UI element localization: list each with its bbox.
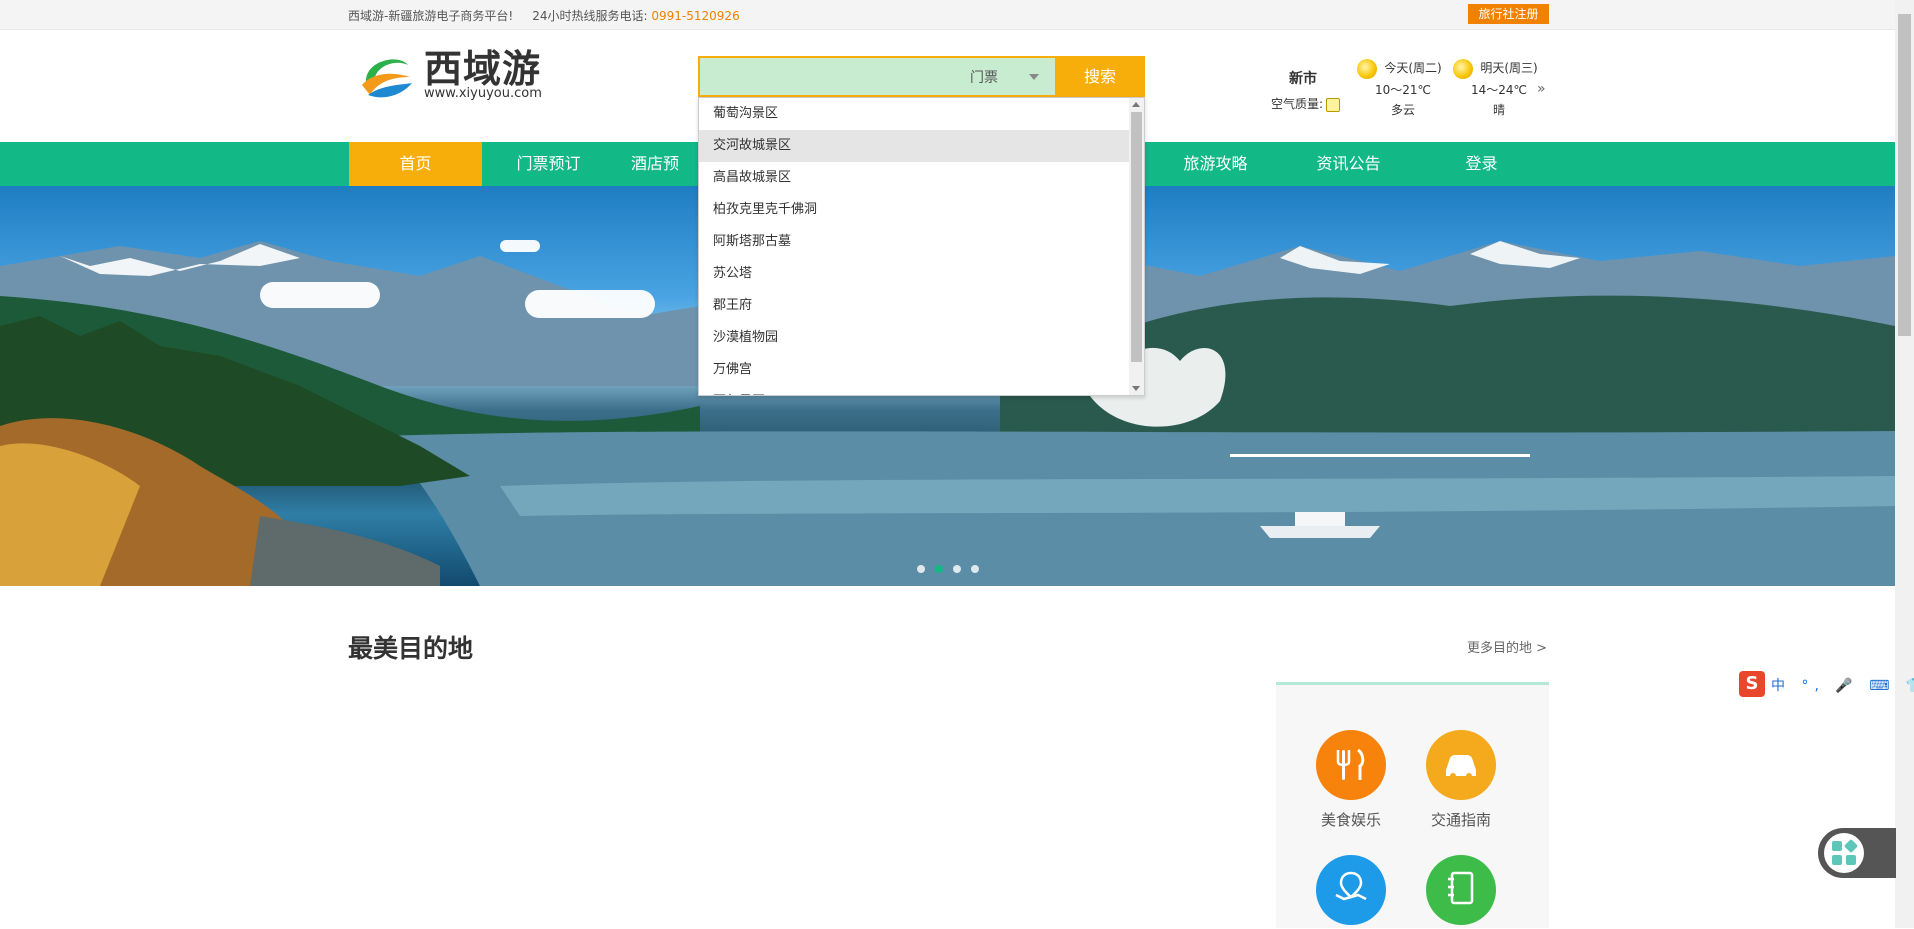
weather-more-icon[interactable]: »	[1537, 81, 1546, 97]
air-quality: 空气质量:	[1271, 95, 1341, 112]
car-icon	[1446, 755, 1476, 779]
nav-news[interactable]: 资讯公告	[1282, 142, 1415, 186]
hotline-number: 0991-5120926	[651, 9, 740, 23]
search-button[interactable]: 搜索	[1055, 56, 1145, 97]
suggestion-item[interactable]: 葡萄沟景区	[699, 98, 1129, 130]
hotline-label: 24小时热线服务电话:	[532, 9, 648, 23]
site-slogan: 西域游-新疆旅游电子商务平台!	[348, 9, 514, 23]
weather-tomorrow: 明天(周三) 14～24℃ 晴	[1453, 59, 1545, 118]
nav-travel-guide[interactable]: 旅游攻略	[1149, 142, 1282, 186]
top-bar: 西域游-新疆旅游电子商务平台! 24小时热线服务电话: 0991-5120926…	[0, 0, 1895, 30]
floating-app-button[interactable]	[1818, 828, 1896, 878]
logo-swirl-icon	[362, 59, 412, 98]
nav-home[interactable]: 首页	[349, 142, 482, 186]
service-panel: 美食娱乐 交通指南	[1276, 682, 1549, 928]
suggestion-item[interactable]: 亚尔景区	[699, 386, 1129, 395]
suggestion-item[interactable]: 苏公塔	[699, 258, 1129, 290]
page-scroll-thumb[interactable]	[1898, 14, 1911, 336]
logo-name: 西域游	[424, 46, 542, 91]
weather-tomorrow-temp: 14～24℃	[1470, 83, 1528, 97]
suggestion-item[interactable]: 万佛宫	[699, 354, 1129, 386]
suggestion-item[interactable]: 阿斯塔那古墓	[699, 226, 1129, 258]
suggestion-item-hover[interactable]: 交河故城景区	[699, 130, 1129, 162]
weather-today: 今天(周二) 10～21℃ 多云	[1357, 59, 1449, 118]
scroll-up-icon[interactable]	[1132, 102, 1140, 107]
air-quality-icon	[1326, 97, 1341, 112]
map-pin-icon	[1335, 871, 1367, 901]
suggestion-item[interactable]: 高昌故城景区	[699, 162, 1129, 194]
food-entertainment-button[interactable]	[1316, 730, 1386, 800]
search-suggestion-dropdown: 葡萄沟景区 交河故城景区 高昌故城景区 柏孜克里克千佛洞 阿斯塔那古墓 苏公塔 …	[698, 97, 1145, 396]
chevron-down-icon[interactable]	[1029, 74, 1039, 80]
fork-knife-icon	[1336, 748, 1365, 780]
nav-login[interactable]: 登录	[1415, 142, 1548, 186]
air-quality-label: 空气质量:	[1271, 97, 1324, 111]
section-title: 最美目的地	[348, 634, 474, 663]
banner-dot[interactable]	[917, 565, 925, 573]
agency-register-button[interactable]: 旅行社注册	[1468, 4, 1549, 24]
suggestion-item[interactable]: 柏孜克里克千佛洞	[699, 194, 1129, 226]
guide-book-button[interactable]	[1426, 855, 1496, 925]
site-logo[interactable]: 西域游 www.xiyuyou.com	[358, 47, 548, 107]
traffic-guide-button[interactable]	[1426, 730, 1496, 800]
apps-icon	[1824, 833, 1864, 873]
banner-dot[interactable]	[953, 565, 961, 573]
weather-tomorrow-cond: 晴	[1492, 103, 1505, 117]
banner-dot-active[interactable]	[935, 565, 943, 573]
dropdown-scroll-thumb[interactable]	[1131, 112, 1142, 362]
search-type-select[interactable]: 门票	[970, 67, 998, 87]
banner-cloud	[260, 282, 380, 308]
logo-url: www.xiyuyou.com	[424, 86, 542, 101]
more-destinations-link[interactable]: 更多目的地 >	[1467, 637, 1547, 656]
weather-city: 新市	[1289, 71, 1317, 87]
food-entertainment-label: 美食娱乐	[1320, 811, 1381, 829]
nav-tickets[interactable]: 门票预订	[482, 142, 615, 186]
top-bar-text: 西域游-新疆旅游电子商务平台! 24小时热线服务电话: 0991-5120926	[348, 7, 740, 24]
ime-toolbar[interactable]: S 中 °, 🎤 ⌨ 👕 ▦	[1737, 670, 1914, 698]
banner-cloud	[500, 240, 540, 252]
sogou-logo-icon[interactable]: S	[1739, 671, 1765, 697]
nav-hotels[interactable]: 酒店预	[610, 142, 700, 186]
suggestion-item[interactable]: 郡王府	[699, 290, 1129, 322]
banner-dot[interactable]	[971, 565, 979, 573]
weather-tomorrow-label: 明天(周三)	[1480, 61, 1538, 75]
weather-today-cond: 多云	[1390, 103, 1415, 117]
weather-today-label: 今天(周二)	[1384, 61, 1442, 75]
notebook-icon	[1448, 871, 1474, 905]
banner-cloud	[525, 290, 655, 318]
weather-today-temp: 10～21℃	[1374, 83, 1432, 97]
traffic-guide-label: 交通指南	[1430, 811, 1491, 829]
map-button[interactable]	[1316, 855, 1386, 925]
scroll-down-icon[interactable]	[1132, 386, 1140, 391]
suggestion-item[interactable]: 沙漠植物园	[699, 322, 1129, 354]
dropdown-scrollbar[interactable]	[1129, 98, 1144, 395]
weather-widget: 新市 空气质量: 今天(周二) 10～21℃ 多云 明天(周三) 14～24℃ …	[1265, 55, 1560, 125]
ime-tools[interactable]: 中 °, 🎤 ⌨ 👕 ▦	[1771, 675, 1914, 695]
